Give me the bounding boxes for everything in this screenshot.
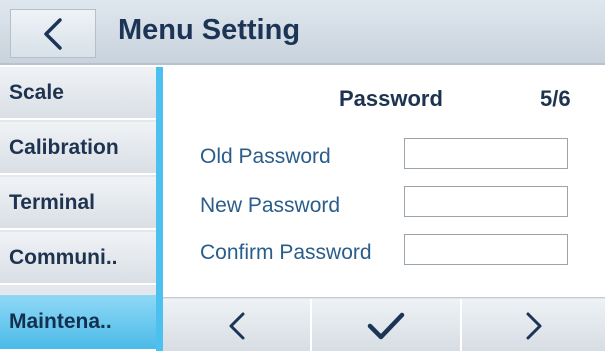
sidebar: Scale Calibration Terminal Communi.. Mai… [0,67,156,351]
chevron-right-icon [526,312,541,339]
sidebar-accent-bar [156,67,163,351]
panel-title: Password [339,86,443,111]
sidebar-item-communication[interactable]: Communi.. [0,232,156,285]
menu-setting-screen: Menu Setting Scale Calibration Terminal … [0,0,605,351]
previous-page-button[interactable] [163,299,310,351]
confirm-button[interactable] [312,299,460,351]
page-title: Menu Setting [118,14,301,46]
confirm-password-field[interactable] [404,234,568,265]
sidebar-item-label: Terminal [9,190,95,214]
new-password-label: New Password [200,194,341,217]
sidebar-item-label: Communi.. [9,245,118,269]
header-bar: Menu Setting [0,0,605,65]
password-panel: Password 5/6 Old Password New Password C… [163,67,605,297]
bottom-action-bar [163,297,605,351]
confirm-password-label: Confirm Password [200,241,372,264]
sidebar-item-label: Calibration [9,135,119,159]
sidebar-item-scale[interactable]: Scale [0,67,156,120]
sidebar-item-terminal[interactable]: Terminal [0,177,156,230]
chevron-left-icon [229,312,244,339]
back-button[interactable] [10,9,96,58]
sidebar-item-label: Scale [9,80,64,104]
new-password-field[interactable] [404,186,568,217]
sidebar-item-maintenance[interactable]: Maintena.. [0,295,156,351]
checkmark-icon [367,312,405,339]
sidebar-item-label: Maintena.. [9,310,112,333]
page-indicator: 5/6 [540,86,571,111]
old-password-label: Old Password [200,145,331,168]
next-page-button[interactable] [462,299,605,351]
chevron-left-icon [44,17,62,50]
old-password-field[interactable] [404,138,568,169]
sidebar-item-calibration[interactable]: Calibration [0,122,156,175]
